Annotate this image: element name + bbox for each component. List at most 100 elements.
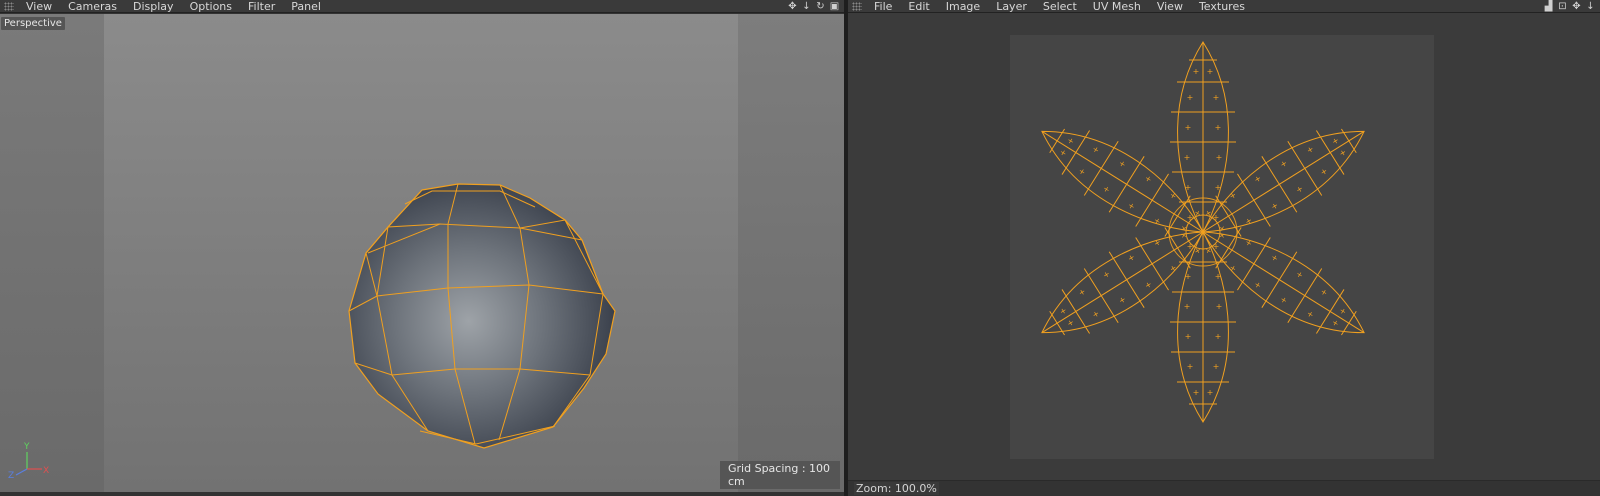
- uv-petal: [1170, 41, 1236, 234]
- menu-file[interactable]: File: [870, 0, 900, 13]
- menu-filter[interactable]: Filter: [240, 0, 283, 13]
- svg-text:+: +: [1305, 144, 1316, 154]
- toggle-view-icon[interactable]: ▣: [829, 1, 840, 12]
- axis-y-label: Y: [23, 442, 30, 452]
- move-view-icon[interactable]: ✥: [1571, 1, 1582, 12]
- uv-petal-group: [1041, 41, 1365, 423]
- svg-text:+: +: [1168, 190, 1179, 200]
- sphere-render[interactable]: Y X Z: [0, 14, 844, 492]
- svg-text:+: +: [1330, 318, 1341, 328]
- svg-text:+: +: [1185, 183, 1192, 192]
- uv-mesh-overlay[interactable]: + + + + + + + + + + + + + + + + + + + + + + + +: [848, 14, 1600, 480]
- svg-text:+: +: [1252, 280, 1263, 290]
- rotate-view-icon[interactable]: ↻: [815, 1, 826, 12]
- svg-text:+: +: [1065, 318, 1076, 328]
- svg-text:+: +: [1058, 306, 1069, 316]
- sphere-silhouette: [348, 183, 616, 449]
- svg-text:+: +: [1278, 159, 1289, 169]
- svg-text:+: +: [1117, 159, 1128, 169]
- svg-text:+: +: [1215, 183, 1222, 192]
- svg-text:+: +: [1213, 213, 1220, 222]
- svg-text:+: +: [1184, 153, 1191, 162]
- lock-icon[interactable]: ⊡: [1557, 1, 1568, 12]
- menu-select[interactable]: Select: [1035, 0, 1085, 13]
- svg-text:+: +: [1193, 67, 1200, 76]
- histogram-icon[interactable]: ▟: [1543, 1, 1554, 12]
- menu-view[interactable]: View: [1149, 0, 1191, 13]
- menu-textures[interactable]: Textures: [1191, 0, 1253, 13]
- svg-text:+: +: [1305, 309, 1316, 319]
- sphere-mesh: [348, 183, 616, 449]
- svg-text:+: +: [1126, 253, 1137, 263]
- menu-uv-mesh[interactable]: UV Mesh: [1085, 0, 1149, 13]
- uv-editor-panel: File Edit Image Layer Select UV Mesh Vie…: [848, 0, 1600, 496]
- menu-display[interactable]: Display: [125, 0, 182, 13]
- svg-text:+: +: [1117, 295, 1128, 305]
- uv-menubar: File Edit Image Layer Select UV Mesh Vie…: [848, 0, 1600, 13]
- svg-text:+: +: [1215, 332, 1222, 341]
- svg-text:+: +: [1227, 190, 1238, 200]
- svg-text:+: +: [1318, 167, 1329, 177]
- svg-text:+: +: [1143, 280, 1154, 290]
- svg-text:+: +: [1294, 184, 1305, 194]
- menu-panel[interactable]: Panel: [283, 0, 329, 13]
- svg-text:+: +: [1193, 388, 1200, 397]
- svg-text:+: +: [1337, 148, 1348, 158]
- svg-text:+: +: [1185, 123, 1192, 132]
- panel-grip-icon[interactable]: [852, 1, 862, 11]
- svg-text:+: +: [1215, 123, 1222, 132]
- svg-text:+: +: [1101, 184, 1112, 194]
- dolly-view-icon[interactable]: ↓: [801, 1, 812, 12]
- perspective-viewport[interactable]: Y X Z Perspective Grid Spacing : 100 cm: [0, 14, 844, 492]
- uv-petal: [1170, 230, 1236, 423]
- svg-text:+: +: [1187, 93, 1194, 102]
- grid-spacing-readout: Grid Spacing : 100 cm: [720, 461, 840, 489]
- svg-text:+: +: [1101, 269, 1112, 279]
- menu-view[interactable]: View: [22, 0, 60, 13]
- svg-text:+: +: [1090, 144, 1101, 154]
- svg-text:+: +: [1126, 201, 1137, 211]
- panel-grip-icon[interactable]: [4, 1, 14, 11]
- svg-text:+: +: [1215, 272, 1222, 281]
- svg-text:+: +: [1337, 306, 1348, 316]
- axis-z-label: Z: [8, 471, 14, 481]
- svg-text:+: +: [1065, 136, 1076, 146]
- svg-text:+: +: [1213, 93, 1220, 102]
- menu-image[interactable]: Image: [938, 0, 988, 13]
- dolly-view-icon[interactable]: ↓: [1585, 1, 1596, 12]
- svg-text:+: +: [1330, 136, 1341, 146]
- svg-text:+: +: [1216, 153, 1223, 162]
- svg-text:+: +: [1269, 201, 1280, 211]
- uv-nav-tools: ▟ ⊡ ✥ ↓: [1543, 0, 1596, 13]
- svg-text:+: +: [1318, 287, 1329, 297]
- svg-text:+: +: [1184, 302, 1191, 311]
- zoom-readout: Zoom: 100.0%: [854, 482, 939, 495]
- svg-text:+: +: [1213, 362, 1220, 371]
- axis-gizmo: Y X Z: [8, 442, 49, 481]
- svg-text:+: +: [1187, 242, 1194, 251]
- svg-text:+: +: [1058, 148, 1069, 158]
- svg-text:+: +: [1168, 263, 1179, 273]
- svg-text:+: +: [1278, 295, 1289, 305]
- axis-z-line: [15, 468, 28, 476]
- menu-layer[interactable]: Layer: [988, 0, 1035, 13]
- menu-edit[interactable]: Edit: [900, 0, 937, 13]
- svg-text:+: +: [1294, 269, 1305, 279]
- svg-text:+: +: [1090, 309, 1101, 319]
- svg-text:+: +: [1185, 272, 1192, 281]
- svg-text:+: +: [1076, 167, 1087, 177]
- menu-options[interactable]: Options: [182, 0, 240, 13]
- viewport-panel: View Cameras Display Options Filter Pane…: [0, 0, 844, 496]
- svg-text:+: +: [1187, 362, 1194, 371]
- svg-text:+: +: [1269, 253, 1280, 263]
- uv-viewport[interactable]: + + + + + + + + + + + + + + + + + + + + + + + +: [848, 14, 1600, 480]
- svg-text:+: +: [1207, 388, 1214, 397]
- svg-text:+: +: [1227, 263, 1238, 273]
- move-view-icon[interactable]: ✥: [787, 1, 798, 12]
- svg-text:+: +: [1252, 174, 1263, 184]
- uv-petals: [1041, 41, 1365, 423]
- menu-cameras[interactable]: Cameras: [60, 0, 125, 13]
- camera-label[interactable]: Perspective: [1, 17, 65, 30]
- viewport-nav-tools: ✥ ↓ ↻ ▣: [787, 0, 840, 13]
- uv-status-bar: Zoom: 100.0%: [848, 480, 1600, 496]
